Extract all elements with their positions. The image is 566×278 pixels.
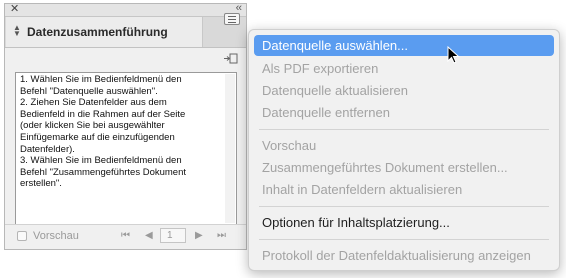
panel-title: Datenzusammenführung — [27, 25, 168, 39]
panel-flyout-menu: Datenquelle auswählen... Als PDF exporti… — [248, 29, 560, 271]
data-merge-panel: ✕ ‹‹ ▲ ▼ Datenzusammenführung 1. Wählen S… — [4, 2, 247, 250]
menu-separator — [259, 129, 549, 130]
next-page-icon[interactable]: ▶ — [195, 229, 203, 243]
menu-item-update-content[interactable]: Inhalt in Datenfeldern aktualisieren — [254, 179, 554, 200]
menu-item-create-merged-document[interactable]: Zusammengeführtes Dokument erstellen... — [254, 157, 554, 178]
last-page-icon[interactable]: ⏭ — [217, 229, 226, 243]
mouse-pointer-icon — [447, 46, 460, 64]
page-number-field[interactable]: 1 — [160, 228, 186, 243]
preview-checkbox[interactable] — [17, 231, 27, 241]
close-icon[interactable]: ✕ — [10, 2, 19, 16]
menu-separator — [259, 206, 549, 207]
previous-page-icon[interactable]: ◀ — [145, 229, 153, 243]
scrollbar[interactable] — [225, 74, 235, 223]
menu-item-show-update-log[interactable]: Protokoll der Datenfeldaktualisierung an… — [254, 245, 554, 266]
menu-item-update-data-source[interactable]: Datenquelle aktualisieren — [254, 80, 554, 101]
instructions-box: 1. Wählen Sie im Bedienfeldmenü den Befe… — [15, 72, 237, 225]
panel-topbar: ✕ ‹‹ — [5, 2, 246, 17]
menu-item-preview[interactable]: Vorschau — [254, 135, 554, 156]
menu-item-export-pdf[interactable]: Als PDF exportieren — [254, 58, 554, 79]
menu-item-content-placement-options[interactable]: Optionen für Inhaltsplatzierung... — [254, 212, 554, 233]
tab-expand-icon[interactable]: ▲ ▼ — [13, 24, 21, 38]
panel-footer: Vorschau ⏮ ◀ 1 ▶ ⏭ — [5, 224, 246, 249]
preview-label: Vorschau — [33, 230, 79, 242]
menu-separator — [259, 239, 549, 240]
panel-tab[interactable]: ▲ ▼ Datenzusammenführung — [6, 17, 203, 47]
menu-item-select-data-source[interactable]: Datenquelle auswählen... — [254, 35, 554, 56]
instructions-text: 1. Wählen Sie im Bedienfeldmenü den Befe… — [20, 74, 187, 190]
panel-menu-button[interactable] — [224, 13, 240, 25]
first-page-icon[interactable]: ⏮ — [121, 229, 130, 243]
menu-item-remove-data-source[interactable]: Datenquelle entfernen — [254, 102, 554, 123]
place-field-icon[interactable] — [224, 53, 238, 64]
